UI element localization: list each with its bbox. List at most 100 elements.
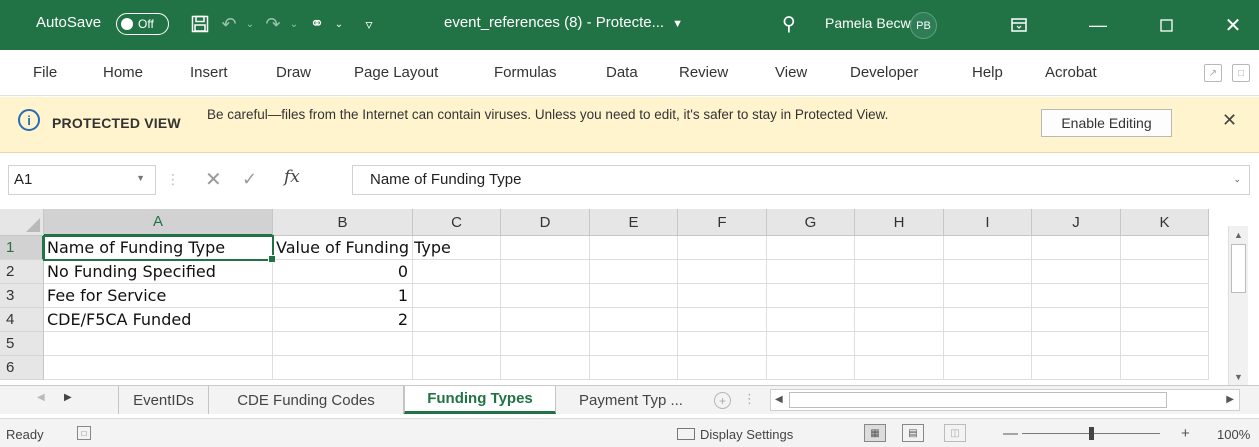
cell-h1[interactable]: [855, 236, 944, 260]
scroll-left-icon[interactable]: ◀: [775, 394, 783, 405]
cell-k1[interactable]: [1121, 236, 1209, 260]
cell-k3[interactable]: [1121, 284, 1209, 308]
column-header-k[interactable]: K: [1121, 209, 1209, 236]
cell-i4[interactable]: [944, 308, 1032, 332]
menu-data[interactable]: Data: [606, 64, 638, 81]
scroll-thumb[interactable]: [1231, 244, 1246, 293]
menu-formulas[interactable]: Formulas: [494, 64, 557, 81]
cell-k2[interactable]: [1121, 260, 1209, 284]
zoom-level[interactable]: 100%: [1217, 427, 1250, 442]
cell-c5[interactable]: [413, 332, 501, 356]
minimize-button[interactable]: —: [1075, 0, 1121, 50]
zoom-slider-thumb[interactable]: [1089, 427, 1094, 440]
column-header-c[interactable]: C: [413, 209, 501, 236]
insert-function-icon[interactable]: fx: [284, 167, 300, 187]
user-name[interactable]: Pamela Becwar: [825, 15, 923, 31]
cell-e2[interactable]: [590, 260, 678, 284]
cell-a5[interactable]: [44, 332, 273, 356]
column-header-j[interactable]: J: [1032, 209, 1121, 236]
cell-e1[interactable]: [590, 236, 678, 260]
display-settings-button[interactable]: Display Settings: [677, 427, 793, 442]
menu-view[interactable]: View: [775, 64, 807, 81]
cell-d3[interactable]: [501, 284, 590, 308]
row-header-1[interactable]: 1: [0, 236, 44, 260]
cell-j3[interactable]: [1032, 284, 1121, 308]
ribbon-display-options-icon[interactable]: [996, 0, 1042, 50]
cell-j5[interactable]: [1032, 332, 1121, 356]
enter-icon[interactable]: ✓: [242, 169, 257, 190]
expand-formula-bar-icon[interactable]: ⌄: [1233, 174, 1241, 185]
document-title[interactable]: event_references (8) - Protecte... ▼: [444, 14, 683, 31]
column-header-a[interactable]: A: [44, 209, 273, 236]
column-header-e[interactable]: E: [590, 209, 678, 236]
zoom-out-button[interactable]: —: [1003, 425, 1018, 442]
cell-g4[interactable]: [767, 308, 855, 332]
cell-f2[interactable]: [678, 260, 767, 284]
tab-funding-types[interactable]: Funding Types: [404, 386, 556, 414]
cell-c3[interactable]: [413, 284, 501, 308]
row-header-5[interactable]: 5: [0, 332, 44, 356]
zoom-in-button[interactable]: +: [1181, 425, 1190, 442]
menu-draw[interactable]: Draw: [276, 64, 311, 81]
menu-home[interactable]: Home: [103, 64, 143, 81]
tab-cde-funding-codes[interactable]: CDE Funding Codes: [209, 386, 404, 414]
row-header-2[interactable]: 2: [0, 260, 44, 284]
cell-f5[interactable]: [678, 332, 767, 356]
horizontal-scrollbar[interactable]: ◀ ▶: [770, 389, 1240, 411]
cell-f3[interactable]: [678, 284, 767, 308]
cell-d6[interactable]: [501, 356, 590, 380]
cell-h4[interactable]: [855, 308, 944, 332]
chevron-down-icon[interactable]: ▼: [136, 173, 145, 183]
tab-eventids[interactable]: EventIDs: [118, 386, 209, 414]
cell-c4[interactable]: [413, 308, 501, 332]
cell-g6[interactable]: [767, 356, 855, 380]
cell-e3[interactable]: [590, 284, 678, 308]
new-sheet-icon[interactable]: +: [714, 392, 731, 409]
name-box[interactable]: A1 ▼: [8, 165, 156, 195]
cell-g3[interactable]: [767, 284, 855, 308]
cell-g2[interactable]: [767, 260, 855, 284]
cell-a6[interactable]: [44, 356, 273, 380]
cell-i5[interactable]: [944, 332, 1032, 356]
previous-sheet-icon[interactable]: ◀: [37, 392, 45, 403]
cell-j4[interactable]: [1032, 308, 1121, 332]
cell-h2[interactable]: [855, 260, 944, 284]
comments-icon[interactable]: □: [1232, 64, 1250, 82]
cell-k5[interactable]: [1121, 332, 1209, 356]
page-break-preview-icon[interactable]: ◫: [944, 424, 966, 442]
column-header-d[interactable]: D: [501, 209, 590, 236]
cell-b3[interactable]: 1: [273, 284, 413, 308]
column-header-b[interactable]: B: [273, 209, 413, 236]
cell-a2[interactable]: No Funding Specified: [44, 260, 273, 284]
maximize-button[interactable]: [1143, 0, 1189, 50]
cell-d2[interactable]: [501, 260, 590, 284]
vertical-scrollbar[interactable]: ▲ ▼: [1228, 226, 1248, 386]
cell-i1[interactable]: [944, 236, 1032, 260]
cell-d5[interactable]: [501, 332, 590, 356]
normal-view-icon[interactable]: ▦: [864, 424, 886, 442]
cell-h5[interactable]: [855, 332, 944, 356]
cell-f6[interactable]: [678, 356, 767, 380]
menu-help[interactable]: Help: [972, 64, 1003, 81]
cell-e5[interactable]: [590, 332, 678, 356]
cell-e4[interactable]: [590, 308, 678, 332]
avatar[interactable]: PB: [910, 12, 937, 39]
cell-c2[interactable]: [413, 260, 501, 284]
tab-payment-types[interactable]: Payment Typ ...: [556, 386, 706, 414]
cell-h6[interactable]: [855, 356, 944, 380]
cell-a3[interactable]: Fee for Service: [44, 284, 273, 308]
cell-i2[interactable]: [944, 260, 1032, 284]
search-icon[interactable]: ⚲: [775, 10, 803, 38]
close-icon[interactable]: ✕: [1222, 110, 1237, 131]
cell-c6[interactable]: [413, 356, 501, 380]
scroll-up-icon[interactable]: ▲: [1234, 230, 1243, 240]
menu-file[interactable]: File: [33, 64, 57, 81]
cell-k6[interactable]: [1121, 356, 1209, 380]
cell-b6[interactable]: [273, 356, 413, 380]
cell-d4[interactable]: [501, 308, 590, 332]
menu-acrobat[interactable]: Acrobat: [1045, 64, 1097, 81]
cell-b2[interactable]: 0: [273, 260, 413, 284]
cell-c1[interactable]: [413, 236, 501, 260]
scroll-thumb[interactable]: [789, 392, 1167, 408]
close-button[interactable]: ✕: [1210, 0, 1256, 50]
